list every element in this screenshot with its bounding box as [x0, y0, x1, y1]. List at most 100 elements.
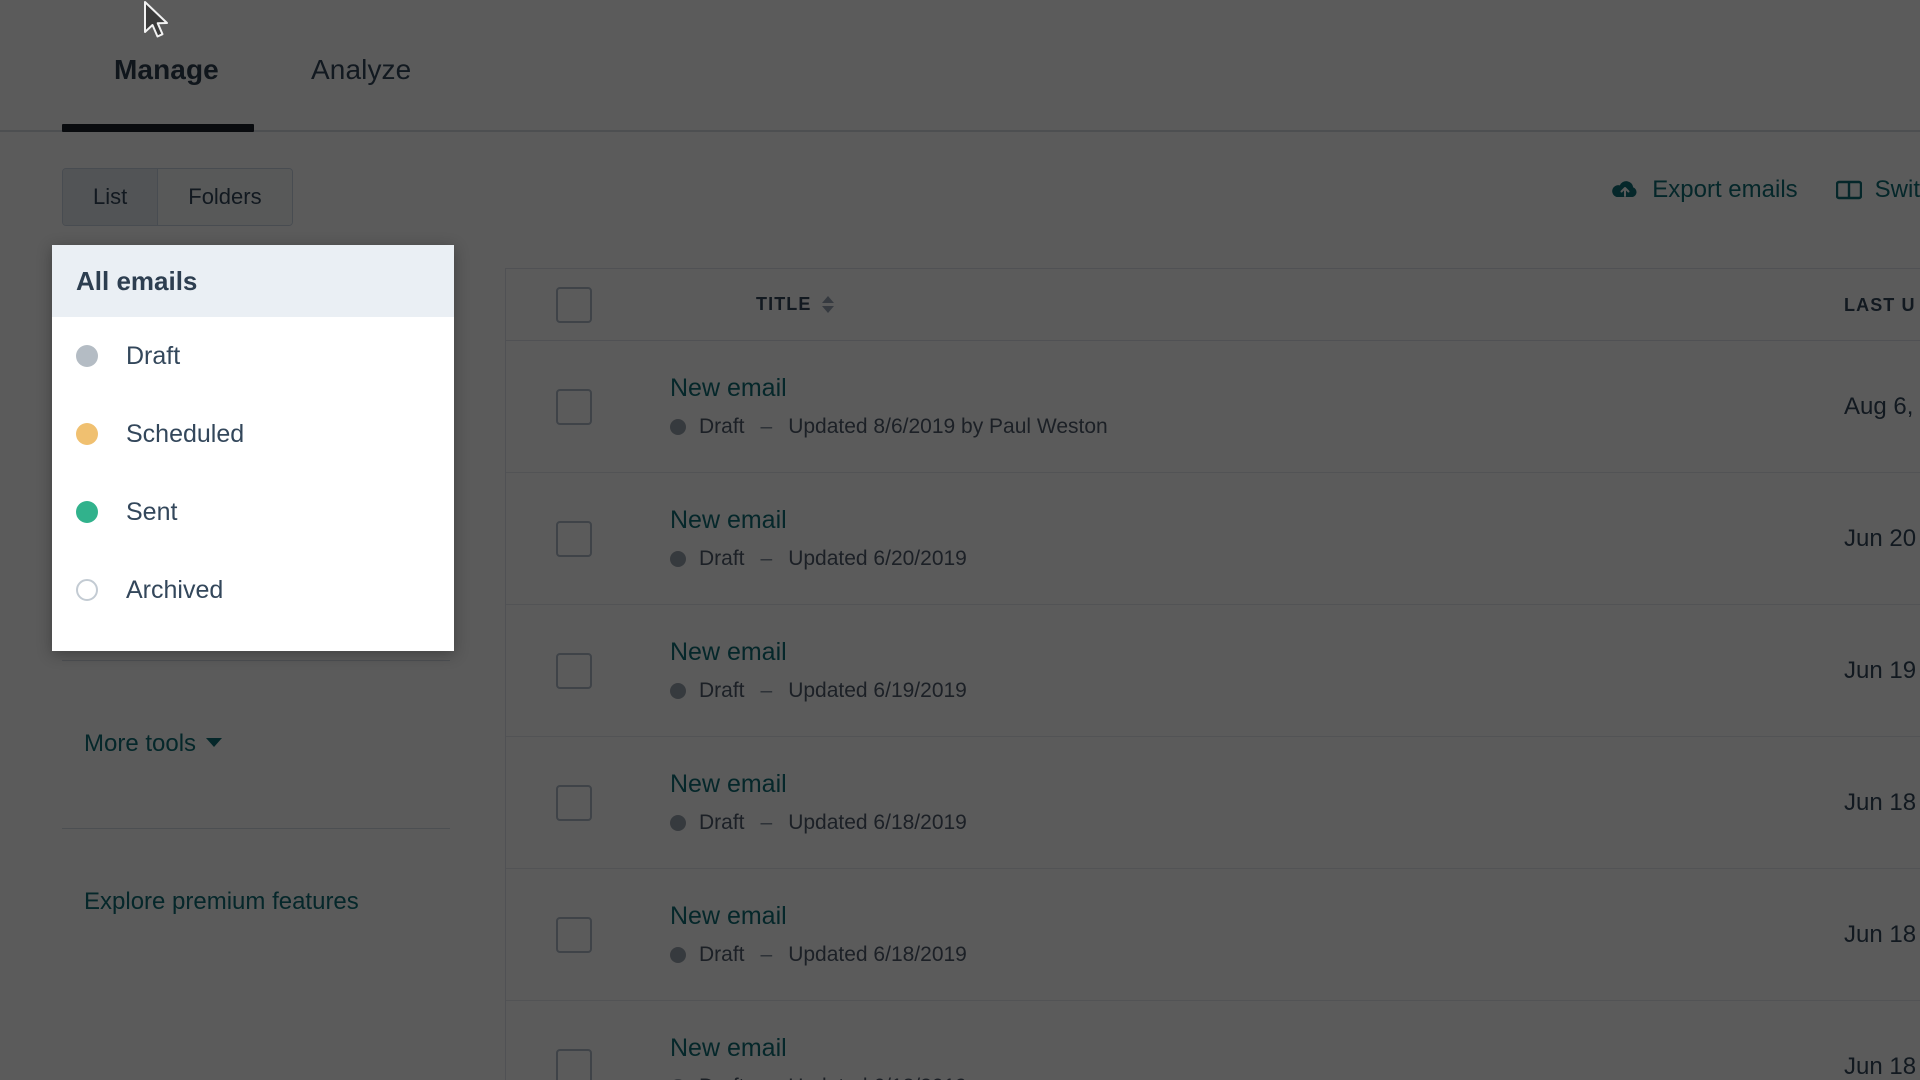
columns-icon — [1835, 180, 1862, 200]
view-toggle-folders[interactable]: Folders — [157, 169, 292, 225]
email-meta: Draft – Updated 6/19/2019 — [670, 679, 967, 703]
dropdown-items: Draft Scheduled Sent Archived — [52, 317, 454, 629]
status-dot-icon — [76, 579, 98, 601]
row-title-cell: New email Draft – Updated 6/18/2019 — [670, 1034, 967, 1080]
screen: Manage Analyze List Folders More tools E… — [0, 0, 1920, 1080]
email-title-link[interactable]: New email — [670, 902, 967, 931]
explore-premium-features-link[interactable]: Explore premium features — [84, 888, 359, 916]
row-last-updated-cell: Jun 18 — [1844, 920, 1917, 948]
dropdown-item-sent[interactable]: Sent — [52, 473, 454, 551]
row-checkbox[interactable] — [556, 784, 592, 821]
email-updated-label: Updated 6/20/2019 — [788, 547, 967, 570]
status-dot-icon — [670, 419, 686, 435]
email-meta: Draft – Updated 6/18/2019 — [670, 1075, 967, 1080]
status-dot-icon — [76, 423, 98, 445]
status-dot-icon — [670, 947, 686, 963]
row-title-cell: New email Draft – Updated 8/6/2019 by Paul … — [670, 374, 1108, 439]
dropdown-item-all-emails[interactable]: All emails — [52, 245, 454, 317]
email-status-label: Draft — [699, 415, 745, 438]
row-last-updated-cell: Jun 18 — [1844, 1052, 1917, 1080]
table-body: New email Draft – Updated 8/6/2019 by Paul … — [506, 341, 1920, 1080]
chevron-down-icon — [206, 738, 223, 748]
row-title-cell: New email Draft–Updated 6/18/2019 — [670, 902, 967, 967]
table-row[interactable]: New email Draft – Updated 6/18/2019 Jun 18 — [506, 1001, 1920, 1080]
tab-bar: Manage Analyze — [0, 0, 1920, 132]
dropdown-item-draft[interactable]: Draft — [52, 317, 454, 395]
more-tools-label: More tools — [84, 730, 197, 757]
email-updated-label: Updated 6/18/2019 — [788, 943, 967, 966]
table-row[interactable]: New email Draft – Updated 8/6/2019 by Paul … — [506, 341, 1920, 473]
email-status-label: Draft — [699, 679, 745, 702]
table-header-row: TITLE LAST U — [506, 269, 1920, 341]
email-updated-label: Updated 6/19/2019 — [788, 679, 967, 702]
row-title-cell: New email Draft – Updated 6/20/2019 — [670, 506, 967, 571]
row-last-updated-cell: Aug 6, — [1844, 392, 1914, 420]
row-checkbox[interactable] — [556, 916, 592, 953]
email-status-label: Draft — [699, 943, 745, 966]
email-table: TITLE LAST U New email Draft – Updated 8/6/… — [505, 268, 1920, 1080]
cloud-upload-icon — [1611, 179, 1639, 201]
meta-separator: – — [760, 415, 773, 438]
column-header-title[interactable]: TITLE — [592, 294, 834, 315]
tab-active-indicator — [62, 124, 254, 132]
status-dot-icon — [76, 501, 98, 523]
row-last-updated-cell: Jun 19 — [1844, 656, 1917, 684]
view-toggle-list[interactable]: List — [63, 169, 158, 225]
rail-divider-bottom — [62, 828, 450, 829]
email-status-label: Draft — [699, 1075, 745, 1080]
tab-manage[interactable]: Manage — [110, 54, 223, 116]
email-updated-label: Updated 6/18/2019 — [788, 811, 967, 834]
row-checkbox[interactable] — [556, 1048, 592, 1080]
email-meta: Draft–Updated 6/18/2019 — [670, 943, 967, 967]
row-checkbox[interactable] — [556, 652, 592, 689]
email-meta: Draft – Updated 6/20/2019 — [670, 547, 967, 571]
sort-arrows-icon[interactable] — [821, 296, 834, 313]
view-toggle: List Folders — [62, 168, 293, 226]
more-tools-button[interactable]: More tools — [84, 730, 223, 758]
dropdown-item-archived[interactable]: Archived — [52, 551, 454, 629]
email-status-label: Draft — [699, 547, 745, 570]
toolbar: Export emails Swit — [1611, 176, 1920, 204]
switch-view-button[interactable]: Swit — [1835, 176, 1920, 204]
status-dot-icon — [670, 551, 686, 567]
email-meta: Draft–Updated 6/18/2019 — [670, 811, 967, 835]
meta-separator: – — [760, 943, 773, 966]
email-status-label: Draft — [699, 811, 745, 834]
table-row[interactable]: New email Draft – Updated 6/19/2019 Jun 19 — [506, 605, 1920, 737]
dropdown-item-label: Archived — [126, 575, 224, 604]
row-title-cell: New email Draft–Updated 6/18/2019 — [670, 770, 967, 835]
status-dot-icon — [670, 815, 686, 831]
email-title-link[interactable]: New email — [670, 1034, 967, 1063]
column-header-last-updated[interactable]: LAST U — [1844, 295, 1916, 316]
email-title-link[interactable]: New email — [670, 506, 967, 535]
meta-separator: – — [761, 1075, 773, 1080]
meta-separator: – — [760, 811, 773, 834]
dropdown-item-label: Draft — [126, 341, 181, 370]
row-title-cell: New email Draft – Updated 6/19/2019 — [670, 638, 967, 703]
select-all-checkbox[interactable] — [556, 286, 592, 323]
table-row[interactable]: New email Draft–Updated 6/18/2019 Jun 18 — [506, 737, 1920, 869]
row-checkbox[interactable] — [556, 520, 592, 557]
column-header-title-label: TITLE — [756, 294, 812, 314]
meta-separator: – — [760, 679, 773, 702]
email-title-link[interactable]: New email — [670, 770, 967, 799]
status-dot-icon — [670, 683, 686, 699]
email-title-link[interactable]: New email — [670, 374, 1108, 403]
export-emails-button[interactable]: Export emails — [1611, 176, 1798, 204]
row-last-updated-cell: Jun 20 — [1844, 524, 1917, 552]
dropdown-item-label: Scheduled — [126, 419, 245, 448]
email-status-dropdown: All emails Draft Scheduled Sent Archived — [52, 245, 454, 651]
rail-divider-top — [62, 660, 450, 661]
row-last-updated-cell: Jun 18 — [1844, 788, 1917, 816]
table-row[interactable]: New email Draft – Updated 6/20/2019 Jun 20 — [506, 473, 1920, 605]
row-checkbox[interactable] — [556, 388, 592, 425]
table-row[interactable]: New email Draft–Updated 6/18/2019 Jun 18 — [506, 869, 1920, 1001]
meta-separator: – — [760, 547, 773, 570]
email-updated-label: Updated 8/6/2019 by Paul Weston — [788, 415, 1108, 438]
export-emails-label: Export emails — [1652, 176, 1798, 203]
email-title-link[interactable]: New email — [670, 638, 967, 667]
tab-analyze[interactable]: Analyze — [307, 54, 415, 116]
dropdown-item-scheduled[interactable]: Scheduled — [52, 395, 454, 473]
status-dot-icon — [76, 345, 98, 367]
email-updated-label: Updated 6/18/2019 — [788, 1075, 967, 1080]
